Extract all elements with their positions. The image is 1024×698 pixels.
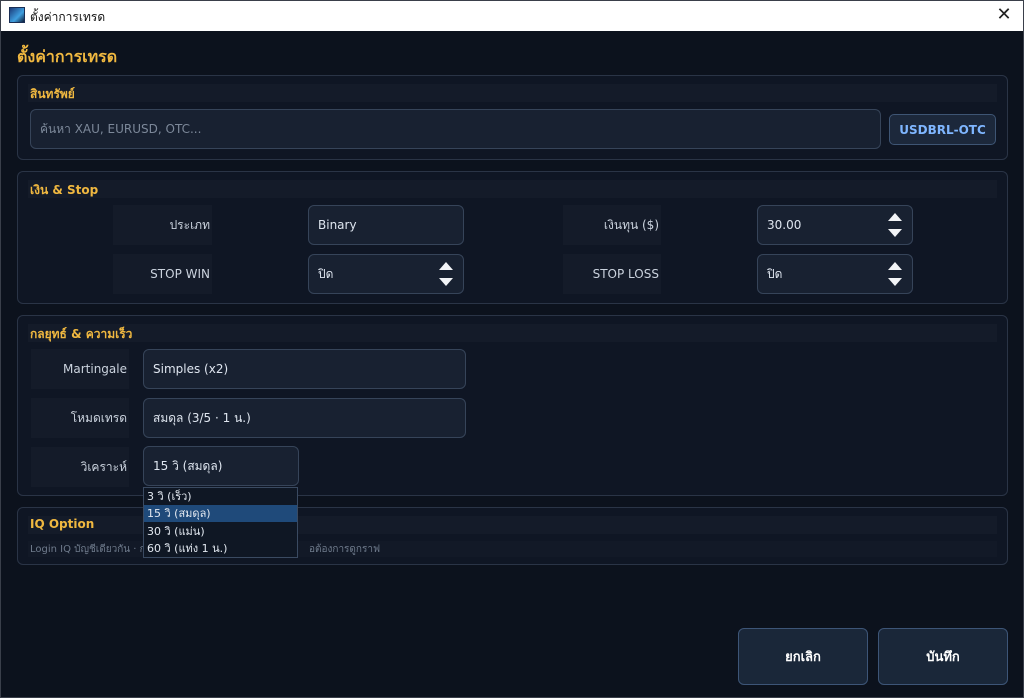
strategy-group-header: กลยุทธ์ & ความเร็ว <box>28 324 997 342</box>
stop-loss-label: STOP LOSS <box>563 254 661 294</box>
amount-stepper[interactable] <box>884 208 906 242</box>
money-stop-group-header: เงิน & Stop <box>28 180 997 198</box>
stop-loss-spinbox[interactable]: ปิด <box>757 254 913 294</box>
asset-search-input[interactable]: ค้นหา XAU, EURUSD, OTC... <box>30 109 881 149</box>
type-select[interactable]: Binary <box>308 205 464 245</box>
amount-spinbox[interactable]: 30.00 <box>757 205 913 245</box>
dropdown-option[interactable]: 30 วิ (แม่น) <box>144 523 297 540</box>
window-title: ตั้งค่าการเทรด <box>30 10 106 24</box>
analyze-label: วิเคราะห์ <box>31 447 129 487</box>
asset-group: สินทรัพย์ ค้นหา XAU, EURUSD, OTC... USDB… <box>17 75 1008 160</box>
decrement-icon[interactable] <box>439 278 453 286</box>
trade-mode-label: โหมดเทรด <box>31 398 129 438</box>
stop-win-label: STOP WIN <box>113 254 212 294</box>
selected-asset-button[interactable]: USDBRL-OTC <box>889 114 996 145</box>
increment-icon[interactable] <box>888 262 902 270</box>
decrement-icon[interactable] <box>888 229 902 237</box>
stop-win-spinbox[interactable]: ปิด <box>308 254 464 294</box>
increment-icon[interactable] <box>439 262 453 270</box>
cancel-button[interactable]: ยกเลิก <box>738 628 868 685</box>
strategy-group: กลยุทธ์ & ความเร็ว Martingale Simples (x… <box>17 315 1008 496</box>
stop-win-stepper[interactable] <box>435 257 457 291</box>
analyze-dropdown-list: 3 วิ (เร็ว) 15 วิ (สมดุล) 30 วิ (แม่น) 6… <box>143 487 298 558</box>
app-logo-icon <box>9 7 25 23</box>
settings-window: ตั้งค่าการเทรด ✕ ตั้งค่าการเทรด สินทรัพย… <box>0 0 1024 698</box>
trade-mode-select[interactable]: สมดุล (3/5 · 1 น.) <box>143 398 466 438</box>
asset-group-header: สินทรัพย์ <box>28 84 997 102</box>
increment-icon[interactable] <box>888 213 902 221</box>
analyze-select[interactable]: 15 วิ (สมดุล) <box>143 446 299 486</box>
dropdown-option[interactable]: 60 วิ (แท่ง 1 น.) <box>144 540 297 557</box>
dropdown-option[interactable]: 3 วิ (เร็ว) <box>144 488 297 505</box>
stop-loss-stepper[interactable] <box>884 257 906 291</box>
page-title: ตั้งค่าการเทรด <box>17 47 118 66</box>
save-button[interactable]: บันทึก <box>878 628 1008 685</box>
amount-label: เงินทุน ($) <box>563 205 661 245</box>
martingale-label: Martingale <box>31 349 129 389</box>
type-label: ประเภท <box>113 205 212 245</box>
dropdown-option-selected[interactable]: 15 วิ (สมดุล) <box>144 505 297 522</box>
close-icon[interactable]: ✕ <box>995 6 1013 24</box>
title-bar: ตั้งค่าการเทรด ✕ <box>1 1 1023 31</box>
money-stop-group: เงิน & Stop ประเภท Binary เงินทุน ($) 30… <box>17 171 1008 304</box>
asset-search-placeholder: ค้นหา XAU, EURUSD, OTC... <box>40 121 202 136</box>
martingale-select[interactable]: Simples (x2) <box>143 349 466 389</box>
decrement-icon[interactable] <box>888 278 902 286</box>
